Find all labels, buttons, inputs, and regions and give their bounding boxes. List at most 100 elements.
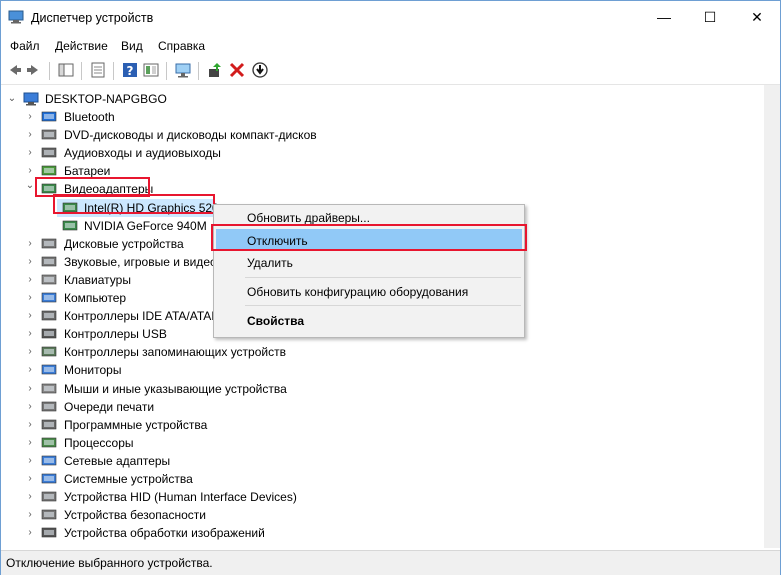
tree-category-item[interactable]: › Очереди печати [25, 398, 545, 416]
menu-separator [245, 277, 521, 278]
close-button[interactable]: ✕ [734, 1, 780, 34]
bluetooth-icon [41, 111, 57, 122]
computer-icon [41, 292, 57, 303]
tree-category-item[interactable]: › Мониторы [25, 361, 545, 379]
view-icon[interactable] [142, 61, 160, 79]
sound-icon [41, 256, 57, 267]
tree-item-label: Устройства безопасности [64, 508, 206, 523]
toolbar-separator [113, 62, 114, 80]
chevron-right-icon[interactable]: › [25, 253, 35, 271]
show-hide-tree-icon[interactable] [57, 61, 75, 79]
status-text: Отключение выбранного устройства. [6, 556, 213, 570]
ctx-properties[interactable]: Свойства [247, 314, 304, 328]
chevron-right-icon[interactable]: › [25, 416, 35, 434]
tree-item-label: Компьютер [64, 291, 127, 305]
tree-item-label: Мониторы [64, 363, 122, 378]
tree-root[interactable]: ⌄ DESKTOP-NAPGBGO [7, 90, 307, 108]
back-icon[interactable] [5, 61, 23, 79]
imaging-device-icon [41, 527, 57, 538]
uninstall-icon[interactable] [228, 61, 246, 79]
update-driver-icon[interactable] [206, 61, 224, 79]
tree-category-item[interactable]: › Программные устройства [25, 416, 545, 434]
tree-item-label: Контроллеры запоминающих устройств [64, 345, 286, 360]
tree-item-label: Сетевые адаптеры [64, 453, 171, 468]
security-device-icon [41, 509, 57, 520]
tree-item-label: NVIDIA GeForce 940M [84, 218, 207, 233]
chevron-right-icon[interactable]: › [25, 470, 35, 488]
tree-item-label: Bluetooth [64, 110, 115, 124]
ctx-uninstall[interactable]: Удалить [247, 256, 293, 270]
system-device-icon [41, 473, 57, 484]
mouse-icon [41, 383, 57, 393]
ctx-update-drivers[interactable]: Обновить драйверы... [247, 211, 370, 225]
ide-controller-icon [41, 310, 57, 321]
tree-category-item[interactable]: › Устройства безопасности [25, 506, 545, 524]
tree-item-label: Программные устройства [64, 417, 208, 432]
chevron-right-icon[interactable]: › [25, 307, 35, 325]
chevron-right-icon[interactable]: › [25, 289, 35, 307]
menu-file[interactable]: Файл [10, 39, 40, 53]
tree-category-item[interactable]: › Мыши и иные указывающие устройства [25, 380, 545, 398]
toolbar-separator [49, 62, 50, 80]
chevron-right-icon[interactable]: › [25, 380, 35, 398]
menu-view[interactable]: Вид [121, 39, 143, 53]
tree-category-item[interactable]: › Bluetooth [25, 108, 545, 126]
device-manager-icon [8, 10, 24, 24]
tree-item-label: Системные устройства [64, 472, 193, 486]
title-bar[interactable]: Диспетчер устройств — ☐ ✕ [1, 1, 780, 34]
tree-item-label: Контроллеры USB [64, 327, 167, 342]
help-icon[interactable]: ? [121, 61, 139, 79]
software-device-icon [41, 419, 57, 429]
svg-text:?: ? [127, 64, 134, 78]
chevron-down-icon[interactable]: ⌄ [25, 177, 35, 195]
tree-category-item[interactable]: › Устройства обработки изображений [25, 524, 545, 542]
tree-category-item[interactable]: › Системные устройства [25, 470, 545, 488]
dvd-drive-icon [41, 129, 57, 140]
ctx-scan-hardware[interactable]: Обновить конфигурацию оборудования [247, 285, 468, 299]
maximize-button[interactable]: ☐ [687, 1, 733, 34]
status-bar: Отключение выбранного устройства. [1, 550, 780, 575]
tree-item-label: Очереди печати [64, 399, 155, 414]
menu-action[interactable]: Действие [55, 39, 108, 53]
window-title: Диспетчер устройств [31, 11, 154, 25]
chevron-right-icon[interactable]: › [25, 343, 35, 361]
network-adapter-icon [41, 455, 57, 466]
vertical-scrollbar[interactable] [764, 85, 780, 548]
audio-icon [41, 147, 57, 158]
tree-item-label: Устройства HID (Human Interface Devices) [64, 490, 297, 505]
chevron-right-icon[interactable]: › [25, 144, 35, 162]
minimize-button[interactable]: — [641, 1, 687, 34]
highlight-box-disable [211, 224, 527, 251]
chevron-right-icon[interactable]: › [25, 235, 35, 253]
processor-icon [41, 437, 57, 448]
menu-bar: Файл Действие Вид Справка [1, 35, 780, 57]
tree-category-item[interactable]: › Контроллеры запоминающих устройств [25, 343, 545, 361]
chevron-right-icon[interactable]: › [25, 361, 35, 379]
tree-category-item[interactable]: › Сетевые адаптеры [25, 452, 545, 470]
chevron-right-icon[interactable]: › [25, 398, 35, 416]
tree-category-item[interactable]: › Устройства HID (Human Interface Devices… [25, 488, 545, 506]
chevron-right-icon[interactable]: › [25, 524, 35, 542]
tree-item-label: Мыши и иные указывающие устройства [64, 381, 287, 396]
monitor-icon [41, 365, 57, 375]
chevron-right-icon[interactable]: › [25, 488, 35, 506]
chevron-right-icon[interactable]: › [25, 434, 35, 452]
disable-icon[interactable] [251, 61, 269, 79]
chevron-right-icon[interactable]: › [25, 126, 35, 144]
chevron-right-icon[interactable]: › [25, 108, 35, 126]
tree-category-item[interactable]: › Процессоры [25, 434, 545, 452]
hid-icon [41, 491, 57, 502]
chevron-right-icon[interactable]: › [25, 271, 35, 289]
disk-drive-icon [41, 238, 57, 248]
chevron-right-icon[interactable]: › [25, 325, 35, 343]
scan-hardware-icon[interactable] [174, 61, 192, 79]
properties-icon[interactable] [89, 61, 107, 79]
chevron-right-icon[interactable]: › [25, 452, 35, 470]
forward-icon[interactable] [25, 61, 43, 79]
chevron-down-icon[interactable]: ⌄ [7, 90, 17, 108]
tree-item-label: Процессоры [64, 435, 134, 450]
tree-category-item[interactable]: › Аудиовходы и аудиовыходы [25, 144, 545, 162]
chevron-right-icon[interactable]: › [25, 506, 35, 524]
tree-category-item[interactable]: › DVD-дисководы и дисководы компакт-диско… [25, 126, 545, 144]
menu-help[interactable]: Справка [158, 39, 205, 53]
